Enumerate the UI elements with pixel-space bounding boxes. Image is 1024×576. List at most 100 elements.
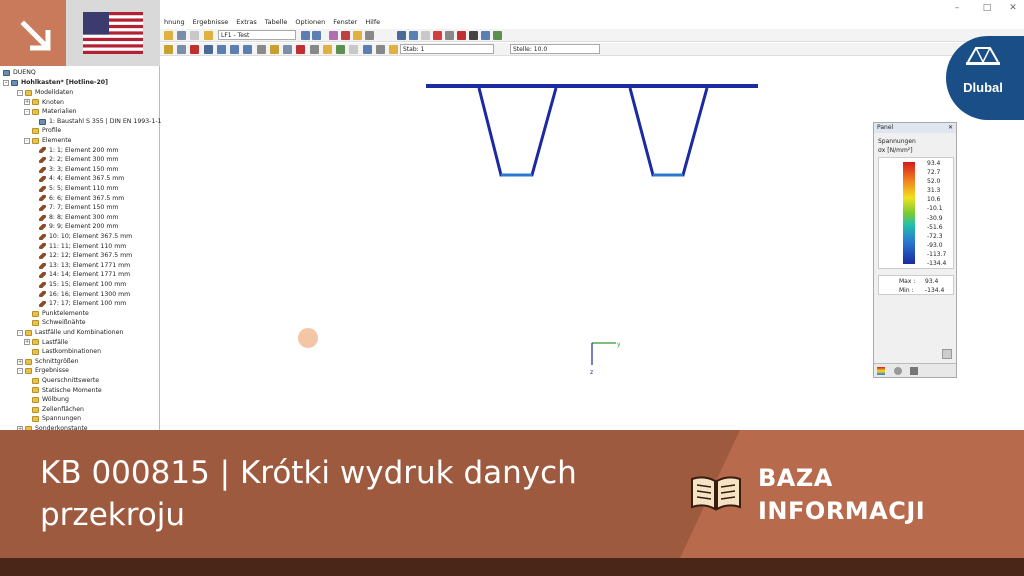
menu-item[interactable]: Extras (232, 16, 261, 28)
pin-icon[interactable] (433, 31, 442, 40)
tree-item[interactable]: + Knoten (24, 98, 64, 108)
result-icon[interactable] (329, 31, 338, 40)
tree-item[interactable]: 14: 14; Element 1771 mm (31, 270, 130, 280)
line-icon[interactable] (230, 45, 240, 54)
tree-item[interactable]: 7: 7; Element 150 mm (31, 203, 118, 213)
tree-item[interactable]: 15: 15; Element 100 mm (31, 280, 126, 290)
pointer-icon[interactable] (164, 45, 173, 54)
table-icon[interactable] (397, 31, 406, 40)
chart-icon[interactable] (362, 45, 372, 54)
zoom-icon[interactable] (177, 45, 187, 54)
tree-item[interactable]: - Elemente (24, 136, 71, 146)
collapse-icon[interactable]: - (17, 368, 23, 375)
expand-icon[interactable]: + (17, 358, 23, 365)
save-icon[interactable] (177, 31, 187, 40)
maximize-button[interactable]: □ (980, 2, 994, 14)
cut-icon[interactable] (269, 45, 279, 54)
export-icon[interactable] (481, 31, 490, 40)
settings-tab-icon[interactable] (894, 367, 902, 375)
move-icon[interactable] (283, 45, 293, 54)
tree-item[interactable]: Punktelemente (24, 309, 89, 319)
element-icon[interactable] (243, 45, 253, 54)
graphic-icon[interactable] (409, 31, 418, 40)
tree-item[interactable]: Profile (24, 126, 61, 136)
delete-icon[interactable] (457, 31, 466, 40)
tree-project[interactable]: - Hohlkasten* [Hotline-20] (3, 78, 108, 88)
tree-item[interactable]: 4: 4; Element 367.5 mm (31, 174, 124, 184)
tree-item[interactable]: 1: 1; Element 200 mm (31, 146, 118, 156)
collapse-icon[interactable]: - (24, 137, 30, 144)
model-icon[interactable] (203, 45, 213, 54)
tree-item[interactable]: 3: 3; Element 150 mm (31, 165, 118, 175)
expand-icon[interactable]: + (24, 339, 30, 346)
folder-icon[interactable] (203, 31, 213, 40)
open-icon[interactable] (164, 31, 173, 40)
collapse-icon[interactable]: - (24, 108, 30, 115)
tree-item[interactable]: Statische Momente (24, 386, 102, 396)
filter-icon[interactable] (445, 31, 454, 40)
view-icon[interactable] (353, 31, 362, 40)
collapse-icon[interactable]: - (17, 89, 23, 96)
section-icon[interactable] (190, 45, 200, 54)
tree-item[interactable]: 16: 16; Element 1300 mm (31, 290, 130, 300)
dlubal-logo[interactable]: Dlubal (946, 36, 1024, 120)
zoom-icon[interactable] (942, 349, 952, 359)
right-stiffener[interactable] (628, 87, 709, 177)
tree-item[interactable]: 17: 17; Element 100 mm (31, 299, 126, 309)
close-button[interactable]: ✕ (1006, 2, 1020, 14)
tree-item[interactable]: 12: 12; Element 367.5 mm (31, 251, 132, 261)
tree-item[interactable]: + Schnittgrößen (17, 357, 79, 367)
member-icon[interactable] (341, 31, 350, 40)
tree-item[interactable]: 11: 11; Element 110 mm (31, 242, 126, 252)
panel-close-icon[interactable]: ✕ (948, 123, 953, 133)
prev-icon[interactable] (301, 31, 310, 40)
tree-item[interactable]: 1: Baustahl S 355 | DIN EN 1993-1-1:2 (31, 117, 168, 127)
render-icon[interactable] (365, 31, 374, 40)
options-icon[interactable] (309, 45, 319, 54)
display-icon[interactable] (322, 45, 332, 54)
dimension-icon[interactable] (256, 45, 266, 54)
tree-root[interactable]: DUENQ (3, 68, 36, 78)
tree-item[interactable]: Spannungen (24, 414, 81, 424)
collapse-icon[interactable]: - (3, 79, 9, 86)
tree-item[interactable]: 5: 5; Element 110 mm (31, 184, 118, 194)
tree-item[interactable]: + Lastfälle (24, 338, 68, 348)
tree-item[interactable]: Schweißnähte (24, 318, 86, 328)
tree-item[interactable]: Lastkombinationen (24, 347, 101, 357)
minimize-button[interactable]: – (950, 2, 964, 14)
menu-item[interactable]: hnung (160, 16, 189, 28)
stelle-select[interactable]: Stelle: 10.0 (510, 44, 600, 54)
node-icon[interactable] (216, 45, 226, 54)
tree-item[interactable]: Querschnittswerte (24, 376, 99, 386)
check-icon[interactable] (493, 31, 502, 40)
tree-item[interactable]: - Materialien (24, 107, 77, 117)
tree-item[interactable]: - Ergebnisse (17, 366, 69, 376)
collapse-icon[interactable]: - (17, 329, 23, 336)
stab-select[interactable]: Stab: 1 (400, 44, 494, 54)
next-icon[interactable] (312, 31, 321, 40)
menu-item[interactable]: Optionen (291, 16, 329, 28)
tool-icon[interactable] (469, 31, 478, 40)
factor-tab-icon[interactable] (910, 367, 918, 375)
settings-icon[interactable] (349, 45, 359, 54)
tree-item[interactable]: - Modelldaten (17, 88, 73, 98)
stress-icon[interactable] (296, 45, 306, 54)
tree-item[interactable]: 2: 2; Element 300 mm (31, 155, 118, 165)
language-tile[interactable] (66, 0, 160, 66)
tree-item[interactable]: 8: 8; Element 300 mm (31, 213, 118, 223)
left-stiffener[interactable] (477, 87, 558, 177)
colors-tab-icon[interactable] (877, 367, 885, 375)
print-icon[interactable] (190, 31, 200, 40)
tree-item[interactable]: Wölbung (24, 395, 69, 405)
menu-item[interactable]: Tabelle (261, 16, 292, 28)
result-type-icon[interactable] (388, 45, 398, 54)
tree-item[interactable]: Zellenflächen (24, 405, 84, 415)
tree-item[interactable]: 13: 13; Element 1771 mm (31, 261, 130, 271)
load-case-select[interactable]: LF1 - Test (218, 30, 296, 40)
tree-item[interactable]: 6: 6; Element 367.5 mm (31, 194, 124, 204)
menu-item[interactable]: Ergebnisse (189, 16, 233, 28)
tree-item[interactable]: 9: 9; Element 200 mm (31, 222, 118, 232)
tree-item[interactable]: 10: 10; Element 367.5 mm (31, 232, 132, 242)
color-icon[interactable] (336, 45, 346, 54)
grid-icon[interactable] (421, 31, 430, 40)
